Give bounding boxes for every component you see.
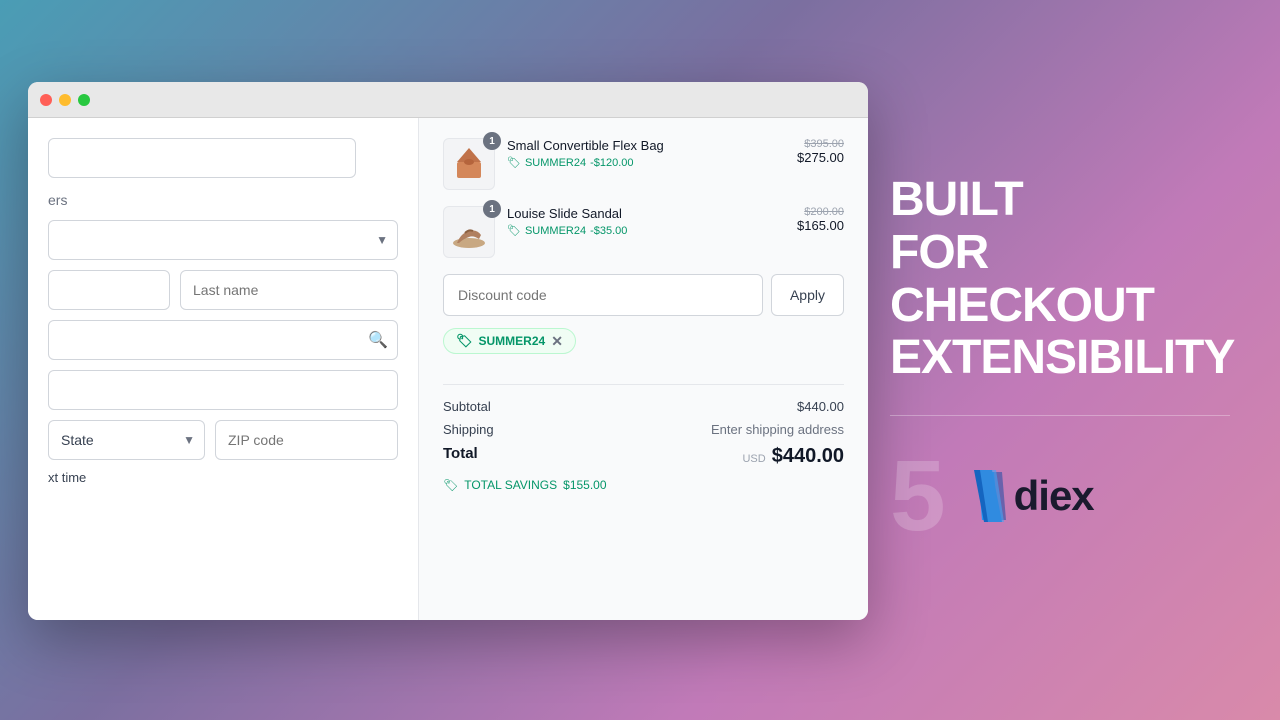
order-item: 1 Small Convertible Flex Bag 🏷 SUMMER24 <box>443 138 844 190</box>
item-prices: $395.00 $275.00 <box>797 138 844 165</box>
sandal-image-icon <box>449 215 489 250</box>
subtotal-label: Subtotal <box>443 399 491 414</box>
subtotal-row: Subtotal $440.00 <box>443 399 844 414</box>
shipping-value: Enter shipping address <box>711 422 844 437</box>
first-name-field[interactable] <box>48 270 170 310</box>
divider <box>890 415 1230 416</box>
order-totals: Subtotal $440.00 Shipping Enter shipping… <box>443 384 844 492</box>
applied-code-badge: 🏷 SUMMER24 ✕ <box>443 328 576 354</box>
tagline-line1: BUILT <box>890 174 1234 227</box>
discount-code-section: Apply <box>443 274 844 316</box>
discount-code-input[interactable] <box>443 274 763 316</box>
address-field[interactable] <box>48 320 398 360</box>
item-name: Small Convertible Flex Bag <box>507 138 785 153</box>
country-dropdown[interactable] <box>48 220 398 260</box>
bag-image-icon <box>449 144 489 184</box>
logo: diex <box>966 468 1094 524</box>
item-image-wrapper: 1 <box>443 138 495 190</box>
item-image-wrapper: 1 <box>443 206 495 258</box>
last-name-field[interactable] <box>180 270 398 310</box>
item-badge: 1 <box>483 132 501 150</box>
shipping-label: Shipping <box>443 422 494 437</box>
item-details: Small Convertible Flex Bag 🏷 SUMMER24 -$… <box>507 138 785 169</box>
minimize-button[interactable] <box>59 94 71 106</box>
subtotal-value: $440.00 <box>797 399 844 414</box>
item-name: Louise Slide Sandal <box>507 206 785 221</box>
zip-field[interactable] <box>215 420 398 460</box>
brand-bottom: 5 diex <box>890 446 1094 546</box>
savings-label: TOTAL SAVINGS <box>464 478 557 492</box>
item-discount-code: SUMMER24 <box>525 225 586 237</box>
checkout-form-panel: ers ▼ 🔍 State <box>28 118 418 620</box>
browser-content: ers ▼ 🔍 State <box>28 118 868 620</box>
city-field[interactable] <box>48 370 398 410</box>
remember-label: xt time <box>48 470 86 485</box>
logo-text: diex <box>1014 472 1094 520</box>
search-icon: 🔍 <box>368 330 388 350</box>
item-original-price: $395.00 <box>797 138 844 150</box>
diex-slash-icon <box>966 468 1010 524</box>
grand-price: $440.00 <box>772 445 844 468</box>
item-sale-price: $275.00 <box>797 150 844 165</box>
maximize-button[interactable] <box>78 94 90 106</box>
shipping-row: Shipping Enter shipping address <box>443 422 844 437</box>
item-discount-amount: -$35.00 <box>590 225 627 237</box>
item-details: Louise Slide Sandal 🏷 SUMMER24 -$35.00 <box>507 206 785 237</box>
browser-window: ers ▼ 🔍 State <box>28 82 868 620</box>
total-amount: USD $440.00 <box>742 445 844 468</box>
applied-tag-icon: 🏷 <box>456 333 473 349</box>
total-label: Total <box>443 445 478 468</box>
tag-icon: 🏷 <box>507 224 521 237</box>
savings-row: 🏷 TOTAL SAVINGS $155.00 <box>443 478 844 492</box>
order-summary-panel: 1 Small Convertible Flex Bag 🏷 SUMMER24 <box>418 118 868 620</box>
item-badge: 1 <box>483 200 501 218</box>
tagline-line3: EXTENSIBILITY <box>890 332 1234 385</box>
order-item: 1 Louise Slide Sandal 🏷 SUMMER24 <box>443 206 844 258</box>
applied-code-text: SUMMER24 <box>479 334 546 348</box>
item-prices: $200.00 $165.00 <box>797 206 844 233</box>
tagline: BUILT FOR CHECKOUT EXTENSIBILITY <box>890 174 1234 385</box>
branding-panel: BUILT FOR CHECKOUT EXTENSIBILITY 5 diex <box>840 0 1280 720</box>
tagline-line2: FOR CHECKOUT <box>890 227 1234 333</box>
item-original-price: $200.00 <box>797 206 844 218</box>
savings-icon: 🏷 <box>443 478 458 492</box>
grand-total-row: Total USD $440.00 <box>443 445 844 468</box>
item-sale-price: $165.00 <box>797 218 844 233</box>
item-discount-code: SUMMER24 <box>525 157 586 169</box>
item-discount-tag: 🏷 SUMMER24 -$120.00 <box>507 156 785 169</box>
email-field[interactable] <box>48 138 356 178</box>
state-dropdown[interactable]: State <box>48 420 205 460</box>
number-five: 5 <box>890 446 946 546</box>
item-discount-tag: 🏷 SUMMER24 -$35.00 <box>507 224 785 237</box>
browser-titlebar <box>28 82 868 118</box>
remove-code-button[interactable]: ✕ <box>551 334 563 348</box>
close-button[interactable] <box>40 94 52 106</box>
tag-icon: 🏷 <box>507 156 521 169</box>
apply-button[interactable]: Apply <box>771 274 844 316</box>
savings-value: $155.00 <box>563 478 606 492</box>
item-discount-amount: -$120.00 <box>590 157 633 169</box>
currency-label: USD <box>742 453 765 465</box>
section-label: ers <box>48 192 398 208</box>
